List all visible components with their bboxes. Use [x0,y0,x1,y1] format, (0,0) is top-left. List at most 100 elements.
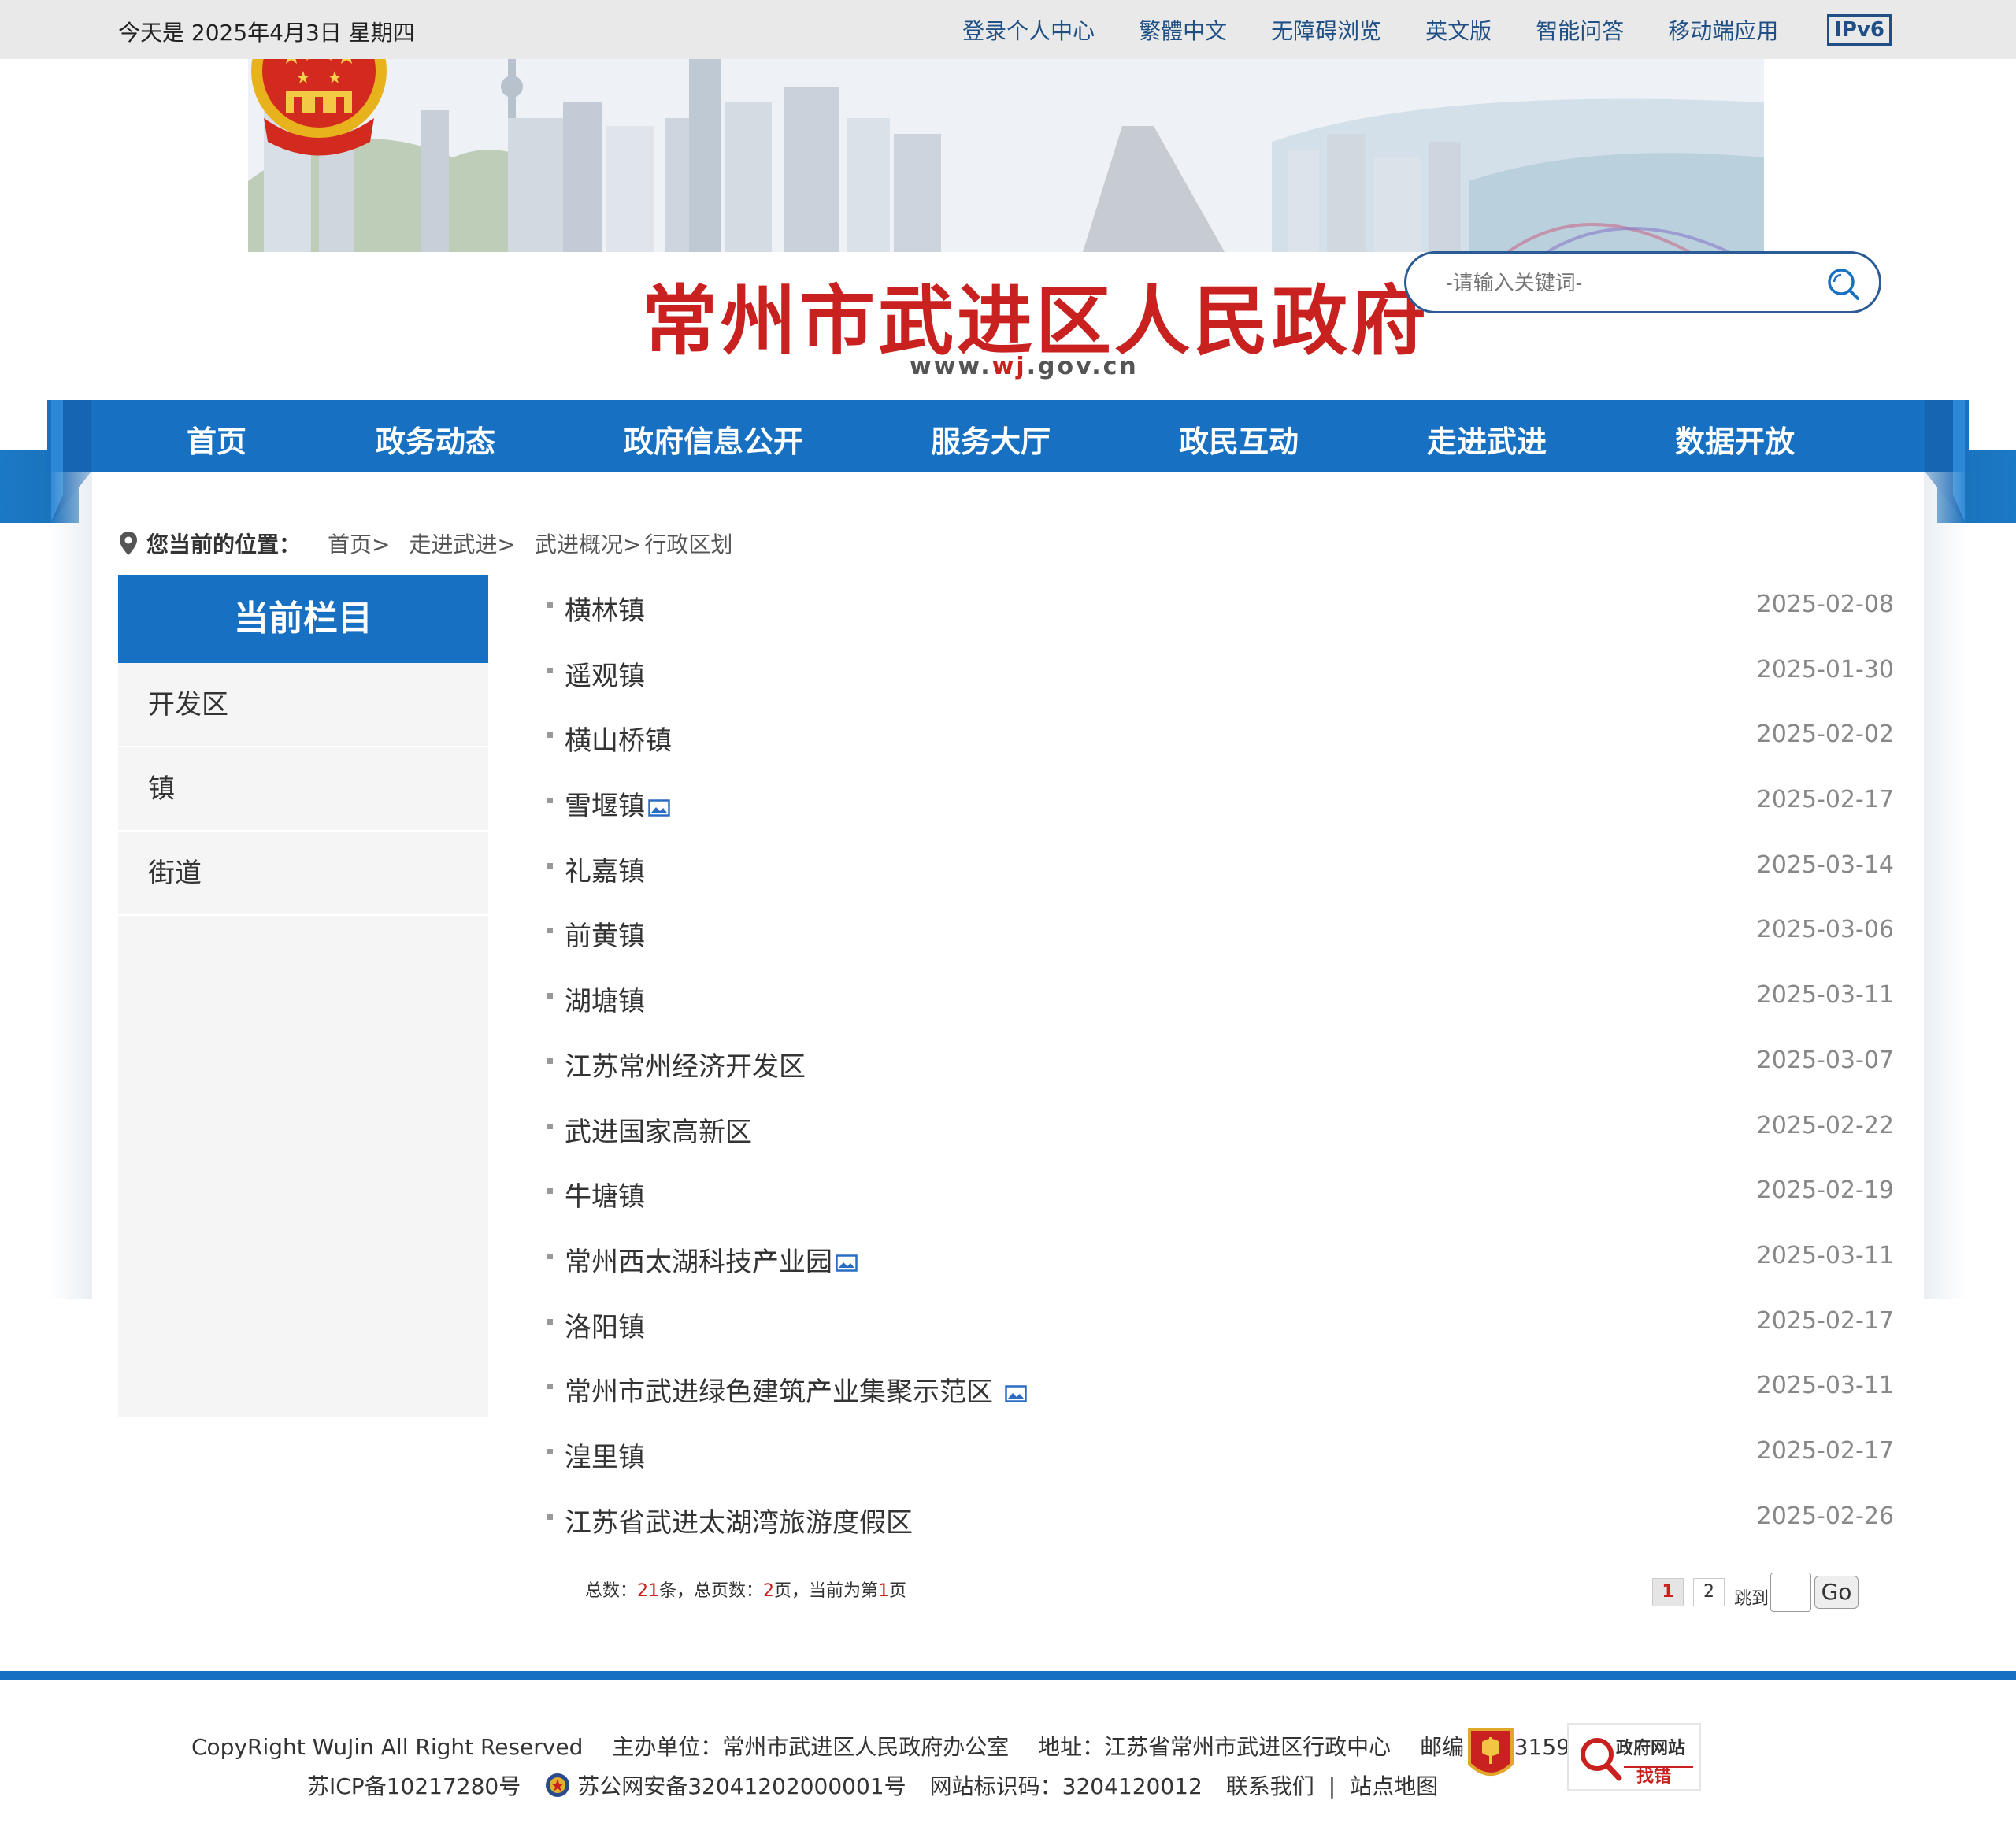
article-date: 2025-03-11 [1756,1372,1894,1400]
list-item[interactable]: 江苏常州经济开发区 2025-03-07 [547,1031,1894,1096]
sidebar-item-street[interactable]: 街道 [118,832,488,916]
article-title-text[interactable]: 横林镇 [565,595,645,627]
login-link[interactable]: 登录个人中心 [962,14,1095,46]
current-page: 1 [878,1581,890,1601]
footer-line-1: CopyRight WuJin All Right Reserved 主办单位：… [191,1730,1570,1762]
article-title[interactable]: 湟里镇 [565,1436,645,1474]
list-item[interactable]: 武进国家高新区 2025-02-22 [547,1096,1894,1162]
traditional-chinese-link[interactable]: 繁體中文 [1139,14,1227,46]
article-title-text[interactable]: 横山桥镇 [565,725,672,757]
article-title[interactable]: 常州市武进绿色建筑产业集聚示范区 [565,1370,1027,1409]
search-input[interactable] [1446,271,1792,295]
footer-host: 主办单位：常州市武进区人民政府办公室 [612,1734,1010,1760]
bullet-icon [547,1123,553,1129]
breadcrumb-about-wujin[interactable]: 走进武进> [409,528,515,559]
article-title-text[interactable]: 湟里镇 [565,1442,645,1473]
list-item[interactable]: 礼嘉镇 2025-03-14 [547,835,1894,901]
article-title[interactable]: 横山桥镇 [565,719,672,758]
bullet-icon [547,862,553,869]
list-item[interactable]: 雪堰镇 2025-02-17 [547,770,1894,835]
list-item[interactable]: 湟里镇 2025-02-17 [547,1421,1894,1487]
article-date: 2025-03-11 [1756,981,1894,1010]
article-title[interactable]: 牛塘镇 [565,1175,645,1213]
nav-item-home[interactable]: 首页 [187,417,246,461]
article-title-text[interactable]: 雪堰镇 [565,791,645,822]
article-title[interactable]: 江苏省武进太湖湾旅游度假区 [565,1501,913,1539]
nav-item-gov-info[interactable]: 政府信息公开 [624,417,803,461]
article-title[interactable]: 武进国家高新区 [565,1110,752,1149]
footer-contact-link[interactable]: 联系我们 [1226,1769,1314,1801]
article-title-text[interactable]: 洛阳镇 [565,1312,645,1343]
image-icon [1005,1385,1027,1402]
article-title-text[interactable]: 湖塘镇 [565,986,645,1017]
site-url-suffix: .gov.cn [1026,353,1139,380]
smart-qa-link[interactable]: 智能问答 [1536,14,1624,46]
list-item[interactable]: 前黄镇 2025-03-06 [547,900,1894,965]
list-item[interactable]: 遥观镇 2025-01-30 [547,640,1894,706]
nav-item-open-data[interactable]: 数据开放 [1675,417,1795,461]
article-title[interactable]: 湖塘镇 [565,980,645,1018]
article-title-text[interactable]: 遥观镇 [565,661,645,692]
image-icon [836,1254,858,1273]
footer-separator: | [1328,1772,1336,1799]
footer-police-record[interactable]: 苏公网安备32041202000001号 [577,1769,906,1801]
article-title[interactable]: 雪堰镇 [565,784,670,823]
article-title-text[interactable]: 常州市武进绿色建筑产业集聚示范区 [565,1376,1002,1408]
total-label: 总数： [585,1581,638,1601]
jump-page-input[interactable] [1770,1573,1812,1612]
list-item[interactable]: 牛塘镇 2025-02-19 [547,1161,1894,1226]
nav-item-service-hall[interactable]: 服务大厅 [931,417,1051,461]
page-button-1[interactable]: 1 [1652,1578,1684,1606]
breadcrumb-overview[interactable]: 武进概况> [535,528,641,559]
site-url-prefix: www. [910,353,992,380]
search-icon[interactable] [1825,266,1860,301]
article-title-text[interactable]: 武进国家高新区 [565,1117,752,1148]
list-item[interactable]: 常州西太湖科技产业园 2025-03-11 [547,1226,1894,1291]
content-shade-left [49,472,92,1299]
article-date: 2025-03-06 [1756,916,1894,944]
breadcrumb-home[interactable]: 首页> [328,528,390,559]
article-title[interactable]: 常州西太湖科技产业园 [565,1240,858,1279]
footer-sitemap-link[interactable]: 站点地图 [1350,1769,1438,1801]
page-button-2[interactable]: 2 [1693,1578,1725,1606]
list-item[interactable]: 横山桥镇 2025-02-02 [547,705,1894,770]
article-title[interactable]: 礼嘉镇 [565,850,645,888]
footer-site-code: 网站标识码：3204120012 [929,1773,1203,1799]
article-date: 2025-03-11 [1756,1241,1894,1269]
article-title-text[interactable]: 前黄镇 [565,921,645,952]
sidebar: 当前栏目 开发区 镇 街道 [118,575,488,1417]
english-link[interactable]: 英文版 [1425,14,1492,46]
list-item[interactable]: 常州市武进绿色建筑产业集聚示范区 2025-03-11 [547,1356,1894,1421]
article-title[interactable]: 江苏常州经济开发区 [565,1045,806,1084]
bullet-icon [547,1188,553,1195]
nav-item-interaction[interactable]: 政民互动 [1179,417,1299,461]
site-url-highlight: wj [991,353,1027,380]
footer-icp[interactable]: 苏ICP备10217280号 [307,1769,521,1801]
article-list: 横林镇 2025-02-08 遥观镇 2025-01-30 横山桥镇 2025-02-02… [547,575,1894,1551]
breadcrumb-label: 您当前的位置： [146,532,302,558]
article-title-text[interactable]: 江苏常州经济开发区 [565,1051,806,1083]
list-item[interactable]: 横林镇 2025-02-08 [547,575,1894,640]
breadcrumb-current[interactable]: 行政区划 [644,528,732,559]
go-button[interactable]: Go [1814,1576,1859,1609]
article-title[interactable]: 洛阳镇 [565,1306,645,1344]
sidebar-item-town[interactable]: 镇 [118,747,488,832]
article-title[interactable]: 遥观镇 [565,654,645,693]
article-title-text[interactable]: 牛塘镇 [565,1181,645,1213]
article-title[interactable]: 前黄镇 [565,914,645,953]
list-item[interactable]: 湖塘镇 2025-03-11 [547,965,1894,1031]
list-item[interactable]: 洛阳镇 2025-02-17 [547,1291,1894,1357]
mobile-app-link[interactable]: 移动端应用 [1668,14,1778,46]
gov-site-error-report[interactable]: 政府网站 找错 [1567,1723,1701,1791]
nav-item-about-wujin[interactable]: 走进武进 [1427,417,1547,461]
party-org-badge-icon[interactable] [1465,1725,1517,1786]
list-item[interactable]: 江苏省武进太湖湾旅游度假区 2025-02-26 [547,1487,1894,1552]
article-title-text[interactable]: 常州西太湖科技产业园 [565,1247,832,1278]
article-title-text[interactable]: 江苏省武进太湖湾旅游度假区 [565,1507,913,1539]
accessibility-link[interactable]: 无障碍浏览 [1271,14,1381,46]
main-nav: 首页 政务动态 政府信息公开 服务大厅 政民互动 走进武进 数据开放 [47,400,1969,472]
sidebar-item-dev-zone[interactable]: 开发区 [118,663,488,747]
nav-item-gov-news[interactable]: 政务动态 [376,417,495,461]
article-title[interactable]: 横林镇 [565,589,645,628]
article-title-text[interactable]: 礼嘉镇 [565,856,645,887]
